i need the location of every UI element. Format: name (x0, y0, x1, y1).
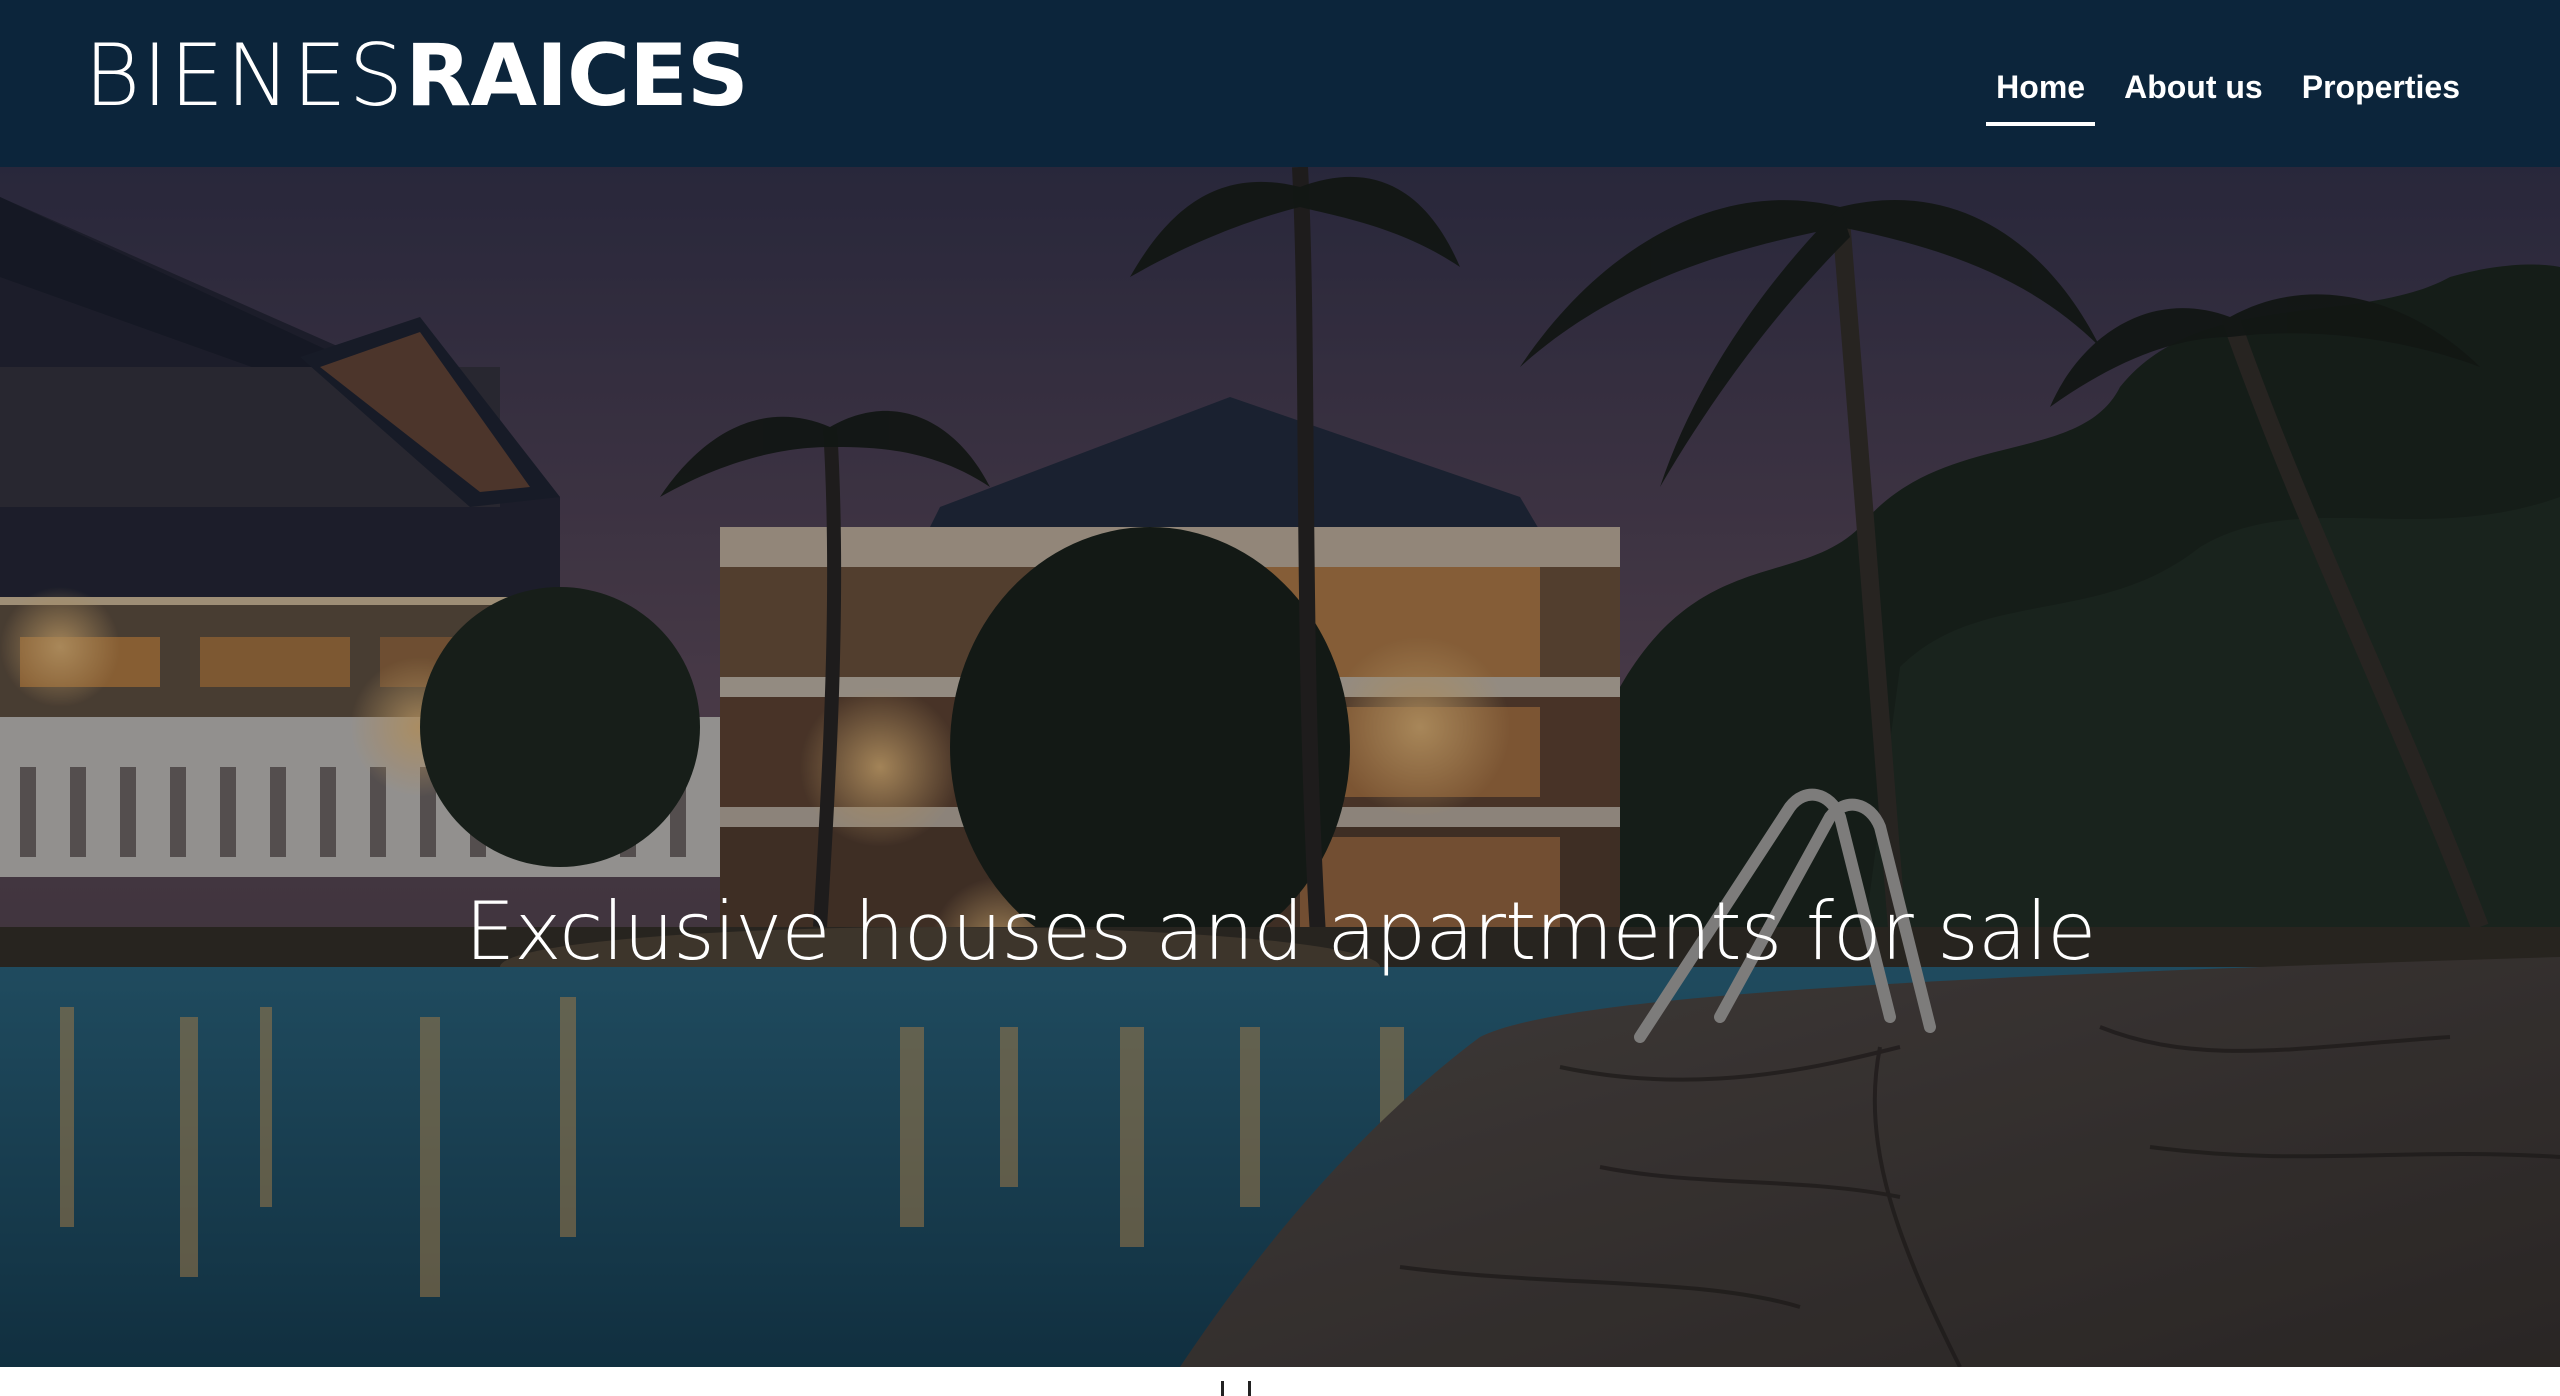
nav-link-properties[interactable]: Properties (2292, 56, 2470, 126)
hero-title: Exclusive houses and apartments for sale (464, 885, 2097, 978)
next-section-peek (1221, 1381, 1251, 1396)
main-nav: Home About us Properties (1967, 56, 2470, 126)
hero-background-image (0, 167, 2560, 1367)
site-logo[interactable]: BIENESRAICES (84, 26, 749, 126)
hero-section: Exclusive houses and apartments for sale (0, 167, 2560, 1367)
nav-link-home[interactable]: Home (1986, 56, 2095, 126)
logo-text-light: BIENES (84, 26, 406, 126)
nav-link-about-us[interactable]: About us (2114, 56, 2273, 126)
site-header: BIENESRAICES Home About us Properties (0, 0, 2560, 167)
below-hero-strip (0, 1367, 2560, 1396)
logo-text-bold: RAICES (405, 26, 749, 126)
